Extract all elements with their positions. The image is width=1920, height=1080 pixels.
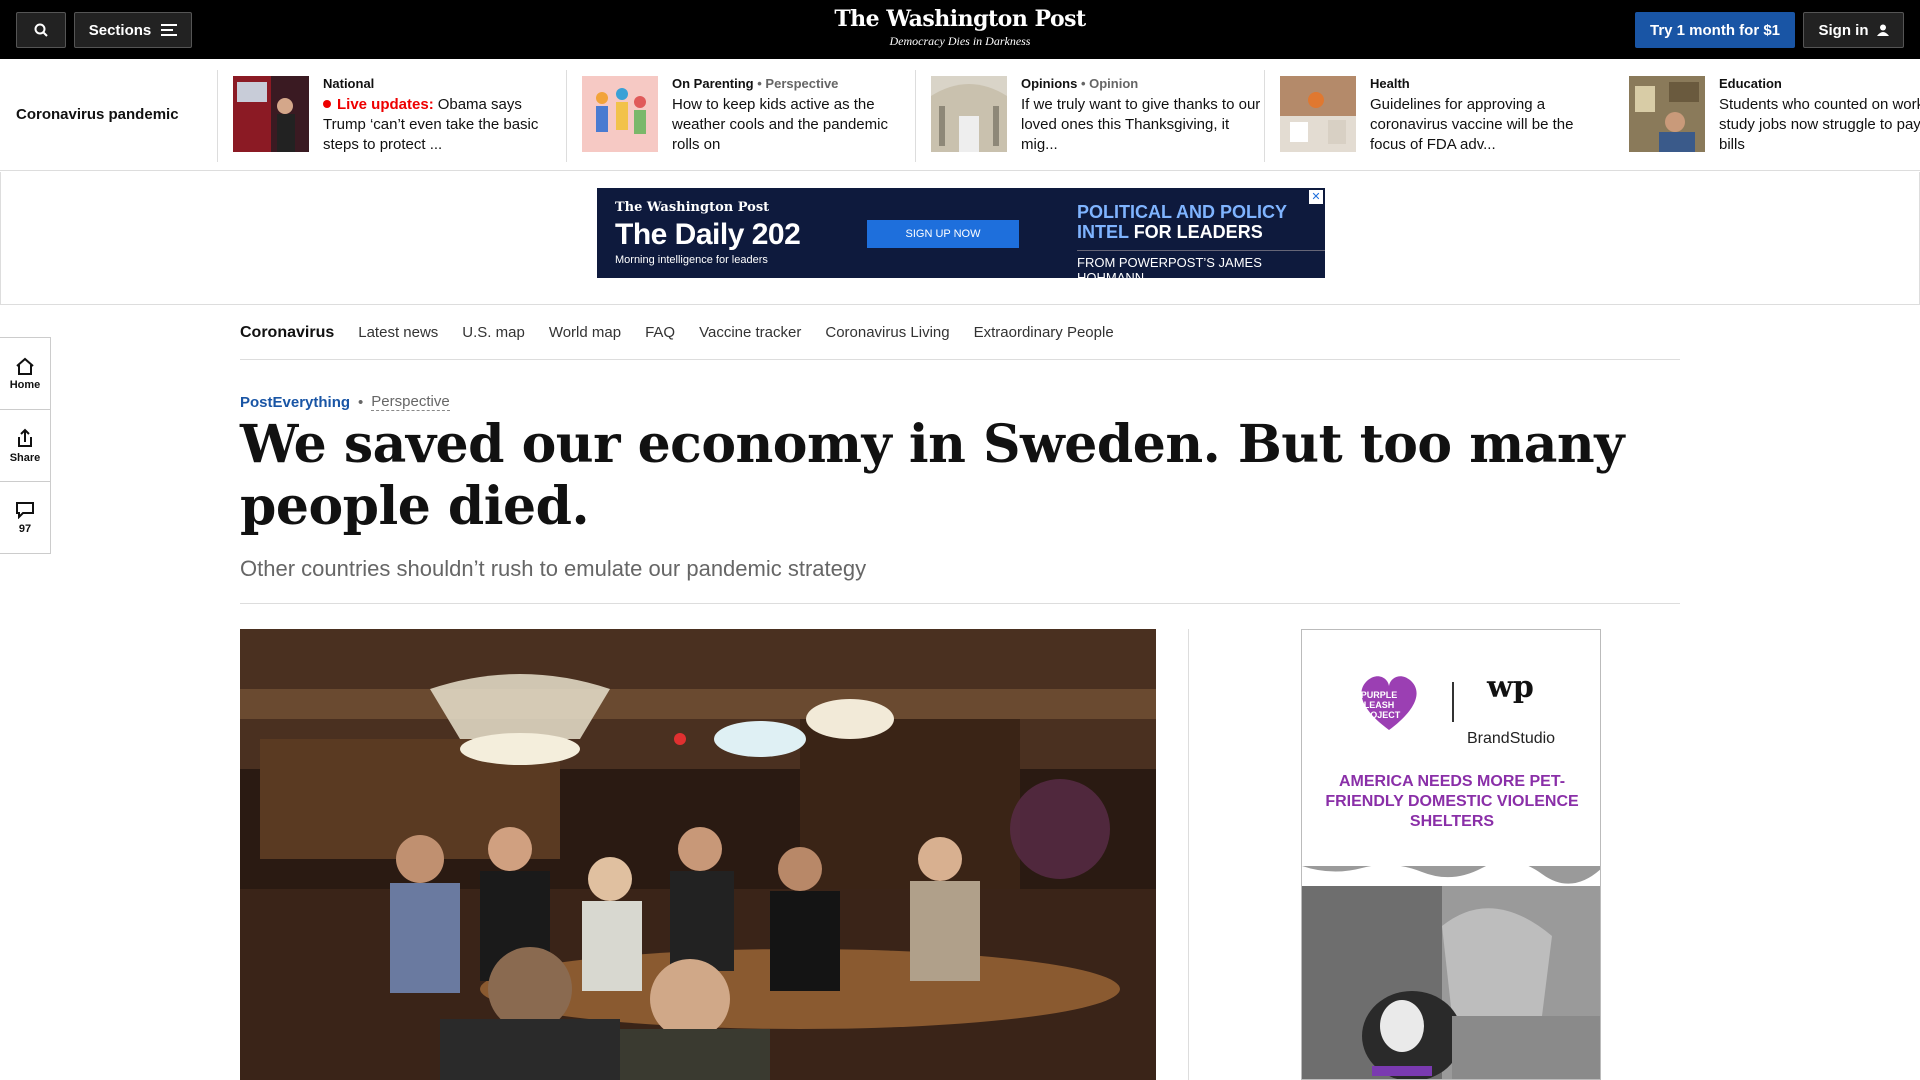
logo-tagline: Democracy Dies in Darkness bbox=[889, 34, 1031, 48]
subnav-item-vaccine-tracker[interactable]: Vaccine tracker bbox=[699, 324, 801, 341]
hamburger-icon bbox=[161, 24, 178, 36]
ad-brand-label: BrandStudio bbox=[1467, 730, 1556, 747]
subnav-item-world-map[interactable]: World map bbox=[549, 324, 621, 341]
story-kicker: Education bbox=[1719, 76, 1782, 91]
subnav-item-latest-news[interactable]: Latest news bbox=[358, 324, 438, 341]
share-button[interactable]: Share bbox=[0, 410, 50, 482]
divider bbox=[1264, 70, 1265, 162]
home-label: Home bbox=[9, 378, 41, 391]
story-kicker: On Parenting • Perspective bbox=[672, 76, 839, 91]
section-subnav: Coronavirus Latest news U.S. map World m… bbox=[240, 306, 1680, 360]
share-label: Share bbox=[9, 451, 41, 464]
story-thumbnail bbox=[1280, 76, 1356, 152]
top-bar: Sections The Washington Post Democracy D… bbox=[0, 0, 1920, 59]
story-item[interactable]: Opinions • Opinion If we truly want to g… bbox=[915, 70, 1260, 162]
live-label: Live updates: bbox=[337, 96, 434, 113]
divider bbox=[217, 70, 218, 162]
signin-label: Sign in bbox=[1818, 21, 1869, 39]
story-thumbnail bbox=[582, 76, 658, 152]
article-dek: Other countries shouldn’t rush to emulat… bbox=[240, 556, 867, 581]
site-logo[interactable]: The Washington Post Democracy Dies in Da… bbox=[820, 6, 1100, 49]
article-kicker: PostEverything • Perspective bbox=[240, 393, 450, 411]
story-thumbnail bbox=[931, 76, 1007, 152]
home-icon bbox=[16, 357, 34, 375]
story-headline: Guidelines for approving a coronavirus v… bbox=[1370, 96, 1574, 153]
story-kicker: Opinions • Opinion bbox=[1021, 76, 1139, 91]
sections-button[interactable]: Sections bbox=[74, 12, 192, 48]
ad-title: The Daily 202 bbox=[615, 218, 801, 251]
ad-from: FROM POWERPOST’S JAMES HOHMANN bbox=[1077, 250, 1325, 285]
live-dot-icon bbox=[323, 100, 331, 108]
subnav-item-coronavirus-living[interactable]: Coronavirus Living bbox=[825, 324, 949, 341]
header-divider bbox=[240, 603, 1680, 604]
story-thumbnail bbox=[1629, 76, 1705, 152]
ad-pitch-line2: INTEL FOR LEADERS bbox=[1077, 222, 1263, 242]
comments-count: 97 bbox=[18, 523, 32, 535]
subnav-item-extraordinary-people[interactable]: Extraordinary People bbox=[974, 324, 1114, 341]
story-headline: If we truly want to give thanks to our l… bbox=[1021, 96, 1261, 153]
story-headline: How to keep kids active as the weather c… bbox=[672, 96, 888, 153]
article-section-link[interactable]: PostEverything bbox=[240, 394, 350, 411]
trial-button[interactable]: Try 1 month for $1 bbox=[1635, 12, 1795, 48]
article-headline: We saved our economy in Sweden. But too … bbox=[240, 414, 1624, 537]
ad-band: The Washington Post The Daily 202 Mornin… bbox=[0, 172, 1920, 305]
ad-pitch: POLITICAL AND POLICY INTEL FOR LEADERS bbox=[1077, 202, 1287, 242]
top-stories-strip: Coronavirus pandemic National Live updat… bbox=[0, 60, 1920, 171]
comments-button[interactable]: 97 bbox=[0, 482, 50, 554]
home-button[interactable]: Home bbox=[0, 338, 50, 410]
ad-message: AMERICA NEEDS MORE PET-FRIENDLY DOMESTIC… bbox=[1325, 773, 1579, 830]
article-label[interactable]: Perspective bbox=[371, 393, 450, 411]
story-kicker: National bbox=[323, 76, 375, 91]
ad-brand: The Washington Post bbox=[615, 200, 770, 215]
strip-label[interactable]: Coronavirus pandemic bbox=[16, 106, 179, 123]
story-headline: Live updates: Obama says Trump ‘can’t eve… bbox=[323, 95, 563, 155]
search-icon bbox=[34, 23, 48, 37]
ad-pitch-line1: POLITICAL AND POLICY bbox=[1077, 202, 1288, 222]
wp-mark: wp bbox=[1487, 670, 1534, 705]
story-item[interactable]: On Parenting • Perspective How to keep k… bbox=[566, 70, 902, 162]
article-lead-photo[interactable] bbox=[240, 629, 1156, 1080]
story-kicker: Health bbox=[1370, 76, 1410, 91]
story-item[interactable]: Health Guidelines for approving a corona… bbox=[1264, 70, 1600, 162]
ad-photo bbox=[1302, 866, 1600, 1079]
ad-logo-text: PURPLE LEASH PROJECT bbox=[1357, 690, 1401, 720]
signin-button[interactable]: Sign in bbox=[1803, 12, 1904, 48]
story-thumbnail bbox=[233, 76, 309, 152]
divider bbox=[915, 70, 916, 162]
left-share-rail: Home Share 97 bbox=[0, 337, 51, 554]
user-icon bbox=[1876, 24, 1889, 36]
subnav-item-faq[interactable]: FAQ bbox=[645, 324, 675, 341]
share-icon bbox=[18, 428, 32, 447]
divider bbox=[566, 70, 567, 162]
story-item[interactable]: National Live updates: Obama says Trump ‘… bbox=[217, 70, 553, 162]
ad-signup-button[interactable]: SIGN UP NOW bbox=[867, 220, 1019, 248]
story-headline: Students who counted on work-study jobs … bbox=[1719, 96, 1920, 153]
brandstudio-ad[interactable]: PURPLE LEASH PROJECT wp BrandStudio AMER… bbox=[1301, 629, 1601, 1080]
daily-202-ad[interactable]: The Washington Post The Daily 202 Mornin… bbox=[597, 188, 1325, 285]
column-divider bbox=[1188, 629, 1189, 1080]
ad-close-icon[interactable]: ✕ bbox=[1309, 190, 1323, 204]
subnav-item-us-map[interactable]: U.S. map bbox=[462, 324, 525, 341]
search-button[interactable] bbox=[16, 12, 66, 48]
comment-icon bbox=[16, 502, 34, 519]
sections-label: Sections bbox=[88, 21, 152, 39]
logo-name: The Washington Post bbox=[834, 6, 1086, 32]
ad-subtitle: Morning intelligence for leaders bbox=[615, 254, 768, 266]
ad-divider bbox=[1452, 682, 1454, 722]
subnav-title[interactable]: Coronavirus bbox=[240, 324, 334, 342]
kicker-separator: • bbox=[358, 393, 364, 411]
story-item[interactable]: Education Students who counted on work-s… bbox=[1629, 76, 1920, 156]
